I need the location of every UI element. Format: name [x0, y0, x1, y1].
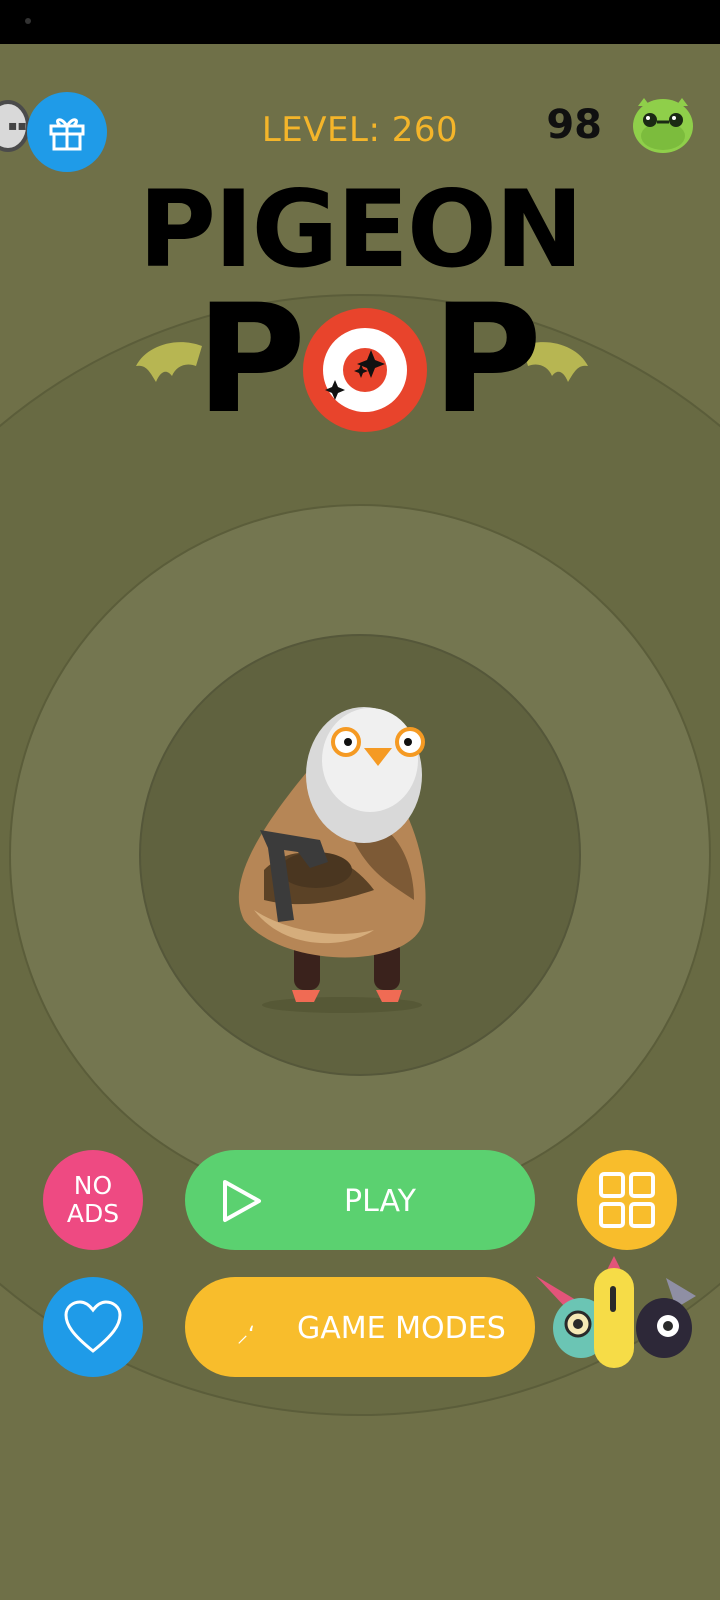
top-bar: ▪▪ LEVEL: 260 98 — [0, 44, 720, 174]
no-ads-label-line1: NO — [73, 1171, 113, 1200]
pigeon-character — [238, 707, 426, 1013]
play-button[interactable]: PLAY — [185, 1150, 535, 1250]
game-modes-label: GAME MODES — [297, 1311, 506, 1346]
levels-grid-button[interactable] — [577, 1150, 677, 1250]
left-wing-icon — [136, 342, 202, 382]
no-ads-button[interactable]: NO ADS — [43, 1150, 143, 1250]
no-ads-label-line2: ADS — [66, 1199, 120, 1228]
logo-pigeon-text: PIGEON — [138, 168, 583, 291]
birds-group-icon — [536, 1256, 696, 1368]
logo-p-left: P — [196, 273, 306, 447]
level-indicator: LEVEL: 260 — [261, 110, 459, 150]
heart-icon — [64, 1300, 122, 1353]
green-monster-icon — [633, 98, 693, 153]
camera-dot — [25, 18, 31, 24]
logo-p-right: P — [432, 273, 542, 447]
game-modes-button[interactable]: ⸝ʻ GAME MODES — [185, 1277, 535, 1377]
target-icon — [303, 308, 427, 432]
play-label: PLAY — [343, 1184, 416, 1219]
heart-button[interactable] — [43, 1277, 143, 1377]
modes-spark-icon: ⸝ʻ — [237, 1323, 255, 1348]
grid-icon — [599, 1172, 655, 1228]
status-bar — [0, 0, 720, 44]
game-logo: PIGEON P P — [0, 168, 720, 447]
currency-count: 98 — [546, 102, 602, 148]
